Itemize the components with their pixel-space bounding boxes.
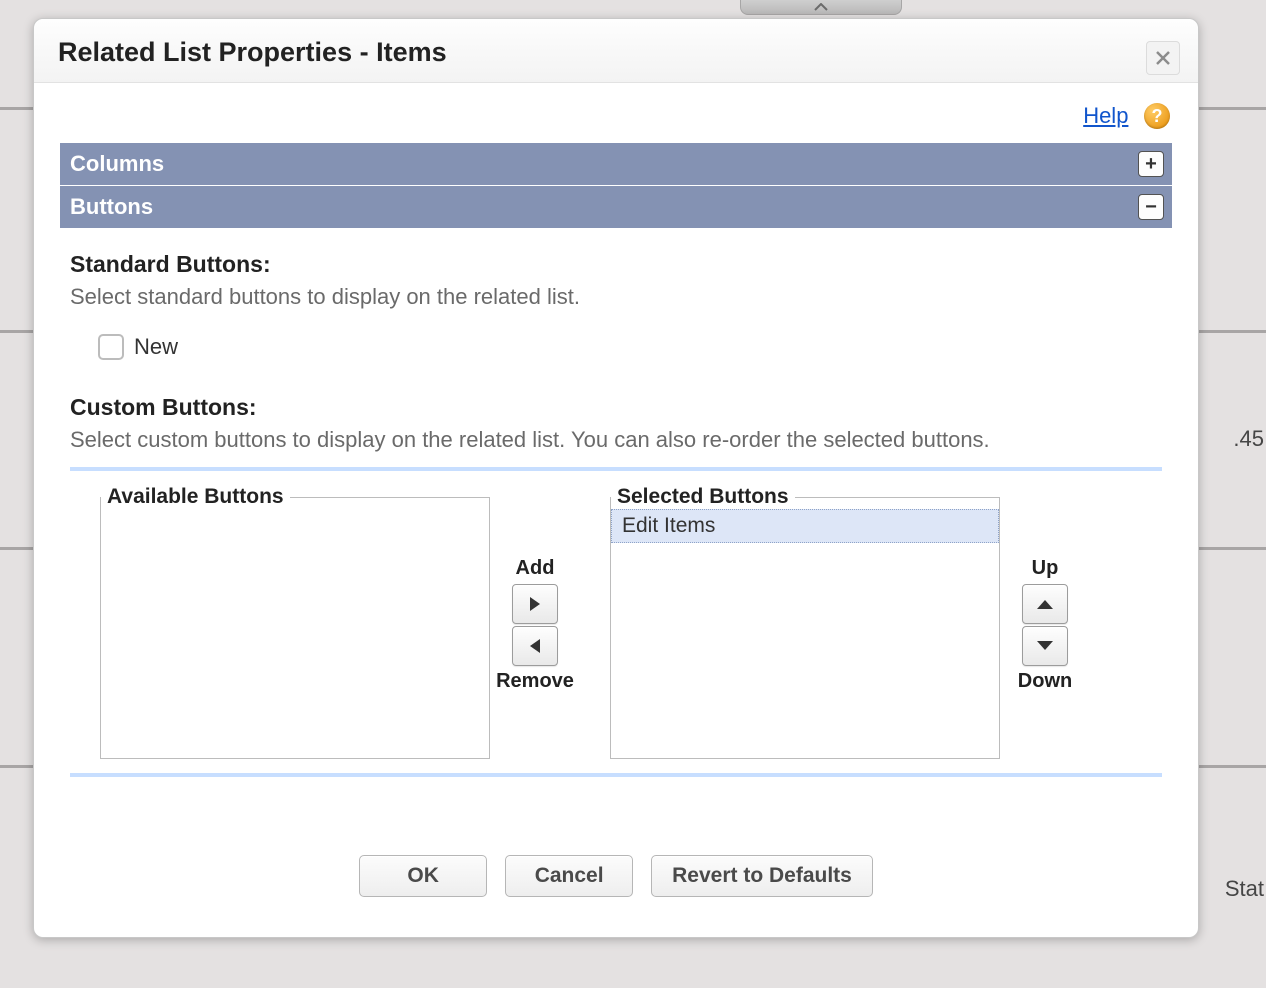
dialog-title: Related List Properties - Items bbox=[58, 37, 1174, 68]
standard-buttons-description: Select standard buttons to display on th… bbox=[70, 284, 1162, 310]
help-link[interactable]: Help bbox=[1083, 103, 1128, 128]
dueling-lists: Available Buttons Add Remove Selected Bu… bbox=[70, 467, 1162, 777]
selected-buttons-fieldset: Selected Buttons Edit Items bbox=[610, 485, 1000, 759]
buttons-section-header[interactable]: Buttons − bbox=[60, 186, 1172, 229]
buttons-section-title: Buttons bbox=[70, 194, 153, 220]
ok-button[interactable]: OK bbox=[359, 855, 487, 897]
background-label: Stat bbox=[1225, 876, 1264, 902]
columns-section-header[interactable]: Columns + bbox=[60, 143, 1172, 186]
arrow-up-icon bbox=[1036, 598, 1054, 610]
up-label: Up bbox=[1000, 557, 1090, 580]
custom-buttons-description: Select custom buttons to display on the … bbox=[70, 427, 1162, 453]
close-icon bbox=[1155, 50, 1171, 66]
pull-tab-icon bbox=[740, 0, 902, 15]
custom-buttons-heading: Custom Buttons: bbox=[70, 394, 1162, 421]
new-button-label: New bbox=[134, 334, 178, 360]
dialog-footer: OK Cancel Revert to Defaults bbox=[34, 815, 1198, 937]
list-item[interactable]: Edit Items bbox=[611, 509, 999, 543]
selected-buttons-listbox[interactable]: Edit Items bbox=[611, 509, 999, 758]
cancel-button[interactable]: Cancel bbox=[505, 855, 633, 897]
arrow-left-icon bbox=[528, 638, 542, 654]
columns-section-title: Columns bbox=[70, 151, 164, 177]
dialog-header: Related List Properties - Items bbox=[34, 19, 1198, 83]
arrow-down-icon bbox=[1036, 640, 1054, 652]
buttons-section-panel: Standard Buttons: Select standard button… bbox=[60, 229, 1172, 777]
available-buttons-listbox[interactable] bbox=[101, 509, 489, 758]
selected-buttons-legend: Selected Buttons bbox=[611, 485, 795, 509]
remove-label: Remove bbox=[490, 670, 580, 693]
background-value: .45 bbox=[1233, 426, 1264, 452]
remove-button[interactable] bbox=[512, 626, 558, 666]
dialog-body: Help ? Columns + Buttons − Standard Butt… bbox=[34, 83, 1198, 815]
move-up-button[interactable] bbox=[1022, 584, 1068, 624]
standard-buttons-heading: Standard Buttons: bbox=[70, 251, 1162, 278]
arrow-right-icon bbox=[528, 596, 542, 612]
move-down-button[interactable] bbox=[1022, 626, 1068, 666]
new-button-checkbox-row[interactable]: New bbox=[70, 334, 1162, 360]
available-buttons-legend: Available Buttons bbox=[101, 485, 290, 509]
down-label: Down bbox=[1000, 670, 1090, 693]
add-remove-controls: Add Remove bbox=[490, 471, 580, 697]
expand-icon[interactable]: + bbox=[1138, 151, 1164, 177]
available-buttons-fieldset: Available Buttons bbox=[100, 485, 490, 759]
related-list-properties-dialog: Related List Properties - Items Help ? C… bbox=[33, 18, 1199, 938]
revert-to-defaults-button[interactable]: Revert to Defaults bbox=[651, 855, 873, 897]
up-down-controls: Up Down bbox=[1000, 471, 1090, 697]
help-icon[interactable]: ? bbox=[1144, 103, 1170, 129]
close-button[interactable] bbox=[1146, 41, 1180, 75]
collapse-icon[interactable]: − bbox=[1138, 194, 1164, 220]
help-row: Help ? bbox=[60, 97, 1172, 143]
checkbox-icon[interactable] bbox=[98, 334, 124, 360]
add-button[interactable] bbox=[512, 584, 558, 624]
add-label: Add bbox=[490, 557, 580, 580]
